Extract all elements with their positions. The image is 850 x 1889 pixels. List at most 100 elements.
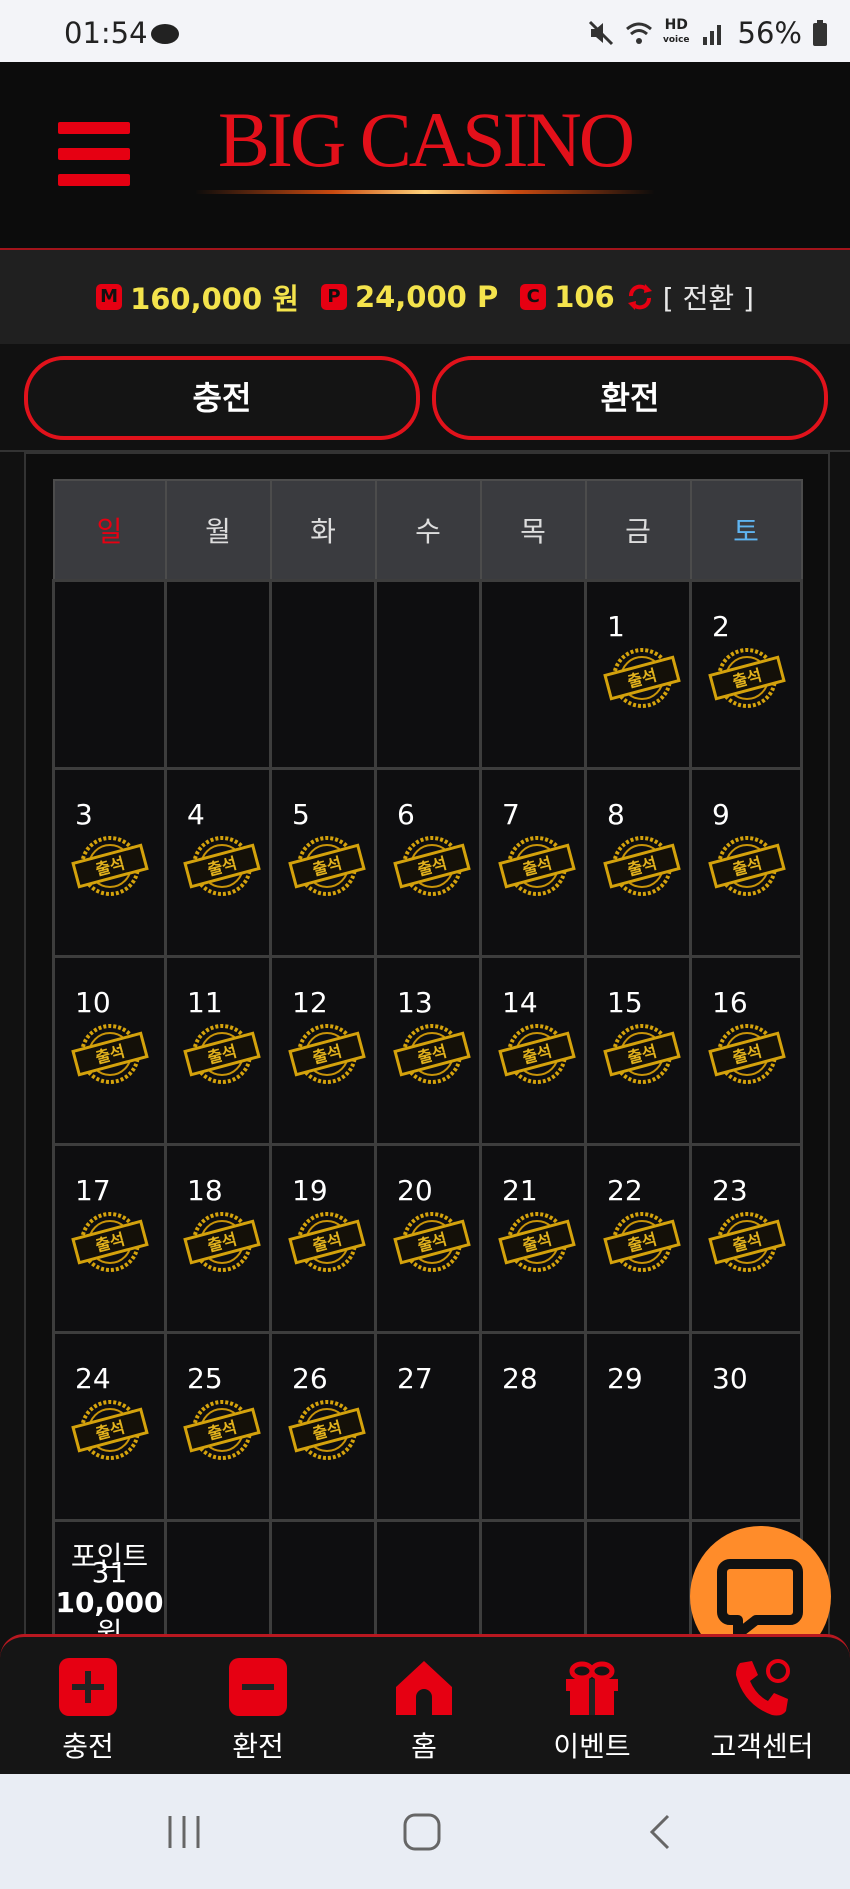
attendance-stamp-icon: 출석 [288, 1212, 366, 1272]
home-key-icon[interactable] [402, 1812, 442, 1852]
balance-bar: M 160,000 원 P 24,000 P C 106 [ 전환 ] [0, 250, 850, 344]
refresh-icon[interactable] [625, 282, 655, 312]
status-icons: HD voice 56% [587, 16, 828, 50]
cloud-app-icon [151, 24, 179, 44]
back-icon[interactable] [646, 1812, 676, 1852]
calendar-day-cell[interactable]: 11 출석 [164, 955, 272, 1146]
attendance-stamp-icon: 출석 [288, 1024, 366, 1084]
brand-logo[interactable]: BIG CASINO [190, 100, 660, 180]
calendar-day-cell[interactable]: 16 출석 [689, 955, 803, 1146]
calendar-day-cell[interactable]: 10 출석 [52, 955, 167, 1146]
calendar-day-cell[interactable]: 22 출석 [584, 1143, 692, 1334]
attendance-stamp-icon: 출석 [71, 1400, 149, 1460]
day-number: 18 [187, 1174, 223, 1207]
calendar-day-cell[interactable]: 17 출석 [52, 1143, 167, 1334]
calendar-day-cell[interactable]: 15 출석 [584, 955, 692, 1146]
day-number: 28 [502, 1362, 538, 1395]
attendance-stamp-icon: 출석 [603, 648, 681, 708]
point-amount: 10,000 [55, 1586, 164, 1619]
attendance-stamp-icon: 출석 [708, 1212, 786, 1272]
calendar-day-cell[interactable]: 28 [479, 1331, 587, 1522]
attendance-stamp-icon: 출석 [183, 1212, 261, 1272]
nav-item-home[interactable]: 홈 [354, 1657, 494, 1765]
calendar-day-cell[interactable]: 9 출석 [689, 767, 803, 958]
attendance-stamp-icon: 출석 [708, 1024, 786, 1084]
exchange-link[interactable]: [ 전환 ] [663, 277, 754, 317]
calendar-day-cell[interactable]: 21 출석 [479, 1143, 587, 1334]
bottom-nav: 충전 환전 홈 이벤트 고객센터 [0, 1634, 850, 1777]
calendar-day-cell[interactable]: 29 [584, 1331, 692, 1522]
menu-icon[interactable] [58, 122, 130, 186]
attendance-stamp-icon: 출석 [288, 836, 366, 896]
calendar-day-cell[interactable]: 27 [374, 1331, 482, 1522]
day-number: 14 [502, 986, 538, 1019]
calendar-day-cell[interactable]: 23 출석 [689, 1143, 803, 1334]
nav-label: 환전 [232, 1730, 284, 1763]
attendance-stamp-icon: 출석 [498, 1024, 576, 1084]
day-number: 23 [712, 1174, 748, 1207]
day-number: 25 [187, 1362, 223, 1395]
gift-icon [566, 1661, 618, 1715]
calendar-day-cell[interactable]: 26 출석 [269, 1331, 377, 1522]
plus-icon [59, 1658, 117, 1716]
attendance-stamp-icon: 출석 [393, 1024, 471, 1084]
nav-label: 충전 [62, 1730, 114, 1763]
calendar-day-cell[interactable]: 30 [689, 1331, 803, 1522]
recent-apps-icon[interactable] [164, 1812, 204, 1852]
battery-icon [813, 20, 827, 46]
calendar-day-cell[interactable]: 18 출석 [164, 1143, 272, 1334]
system-nav-bar [0, 1774, 850, 1889]
status-bar: 01:54 HD voice 56% [0, 0, 850, 62]
day-number: 26 [292, 1362, 328, 1395]
weekday-header: 금 [584, 479, 692, 582]
calendar-day-cell[interactable]: 13 출석 [374, 955, 482, 1146]
weekday-header: 토 [689, 479, 803, 582]
calendar-day-cell[interactable]: 5 출석 [269, 767, 377, 958]
day-number: 10 [75, 986, 111, 1019]
weekday-header: 화 [269, 479, 377, 582]
day-number: 24 [75, 1362, 111, 1395]
calendar-day-cell[interactable]: 19 출석 [269, 1143, 377, 1334]
calendar-day-cell[interactable]: 7 출석 [479, 767, 587, 958]
day-number: 9 [712, 798, 730, 831]
calendar-day-cell[interactable]: 25 출석 [164, 1331, 272, 1522]
calendar-day-cell[interactable]: 12 출석 [269, 955, 377, 1146]
calendar-day-cell[interactable]: 24 출석 [52, 1331, 167, 1522]
attendance-stamp-icon: 출석 [708, 648, 786, 708]
calendar-day-cell[interactable]: 6 출석 [374, 767, 482, 958]
nav-item-gift[interactable]: 이벤트 [522, 1657, 662, 1765]
calendar-day-cell [479, 579, 587, 770]
attendance-stamp-icon: 출석 [603, 1212, 681, 1272]
day-number: 30 [712, 1362, 748, 1395]
attendance-stamp-icon: 출석 [71, 1212, 149, 1272]
attendance-stamp-icon: 출석 [603, 836, 681, 896]
calendar-day-cell[interactable]: 20 출석 [374, 1143, 482, 1334]
attendance-stamp-icon: 출석 [498, 836, 576, 896]
attendance-stamp-icon: 출석 [393, 836, 471, 896]
calendar-day-cell[interactable]: 1 출석 [584, 579, 692, 770]
nav-item-minus[interactable]: 환전 [188, 1657, 328, 1765]
nav-item-plus[interactable]: 충전 [18, 1657, 158, 1765]
calendar-week-row: 10 출석 11 출석 12 출석 13 출석 14 출석 15 출석 16 출석 [52, 955, 803, 1146]
nav-item-phone[interactable]: 고객센터 [692, 1657, 832, 1765]
logo-underline [195, 190, 655, 194]
minus-icon [229, 1658, 287, 1716]
day-number: 5 [292, 798, 310, 831]
calendar-day-cell[interactable]: 14 출석 [479, 955, 587, 1146]
coin-value: 106 [554, 280, 615, 314]
mute-icon [588, 20, 614, 46]
day-number: 13 [397, 986, 433, 1019]
attendance-calendar: 일월화수목금토 1 출석 2 출석 3 출석 4 출석 5 출석 6 출석 7 출석 8 출석 9 출석 10 출석 1… [24, 452, 830, 1710]
day-number: 22 [607, 1174, 643, 1207]
nav-label: 고객센터 [710, 1730, 814, 1763]
calendar-day-cell[interactable]: 3 출석 [52, 767, 167, 958]
money-value: 160,000 원 [130, 282, 299, 316]
withdraw-button[interactable]: 환전 [432, 356, 828, 440]
point-value: 24,000 P [354, 280, 499, 314]
calendar-day-cell[interactable]: 8 출석 [584, 767, 692, 958]
calendar-day-cell[interactable]: 2 출석 [689, 579, 803, 770]
attendance-stamp-icon: 출석 [393, 1212, 471, 1272]
charge-button[interactable]: 충전 [24, 356, 420, 440]
attendance-stamp-icon: 출석 [183, 1400, 261, 1460]
calendar-day-cell[interactable]: 4 출석 [164, 767, 272, 958]
